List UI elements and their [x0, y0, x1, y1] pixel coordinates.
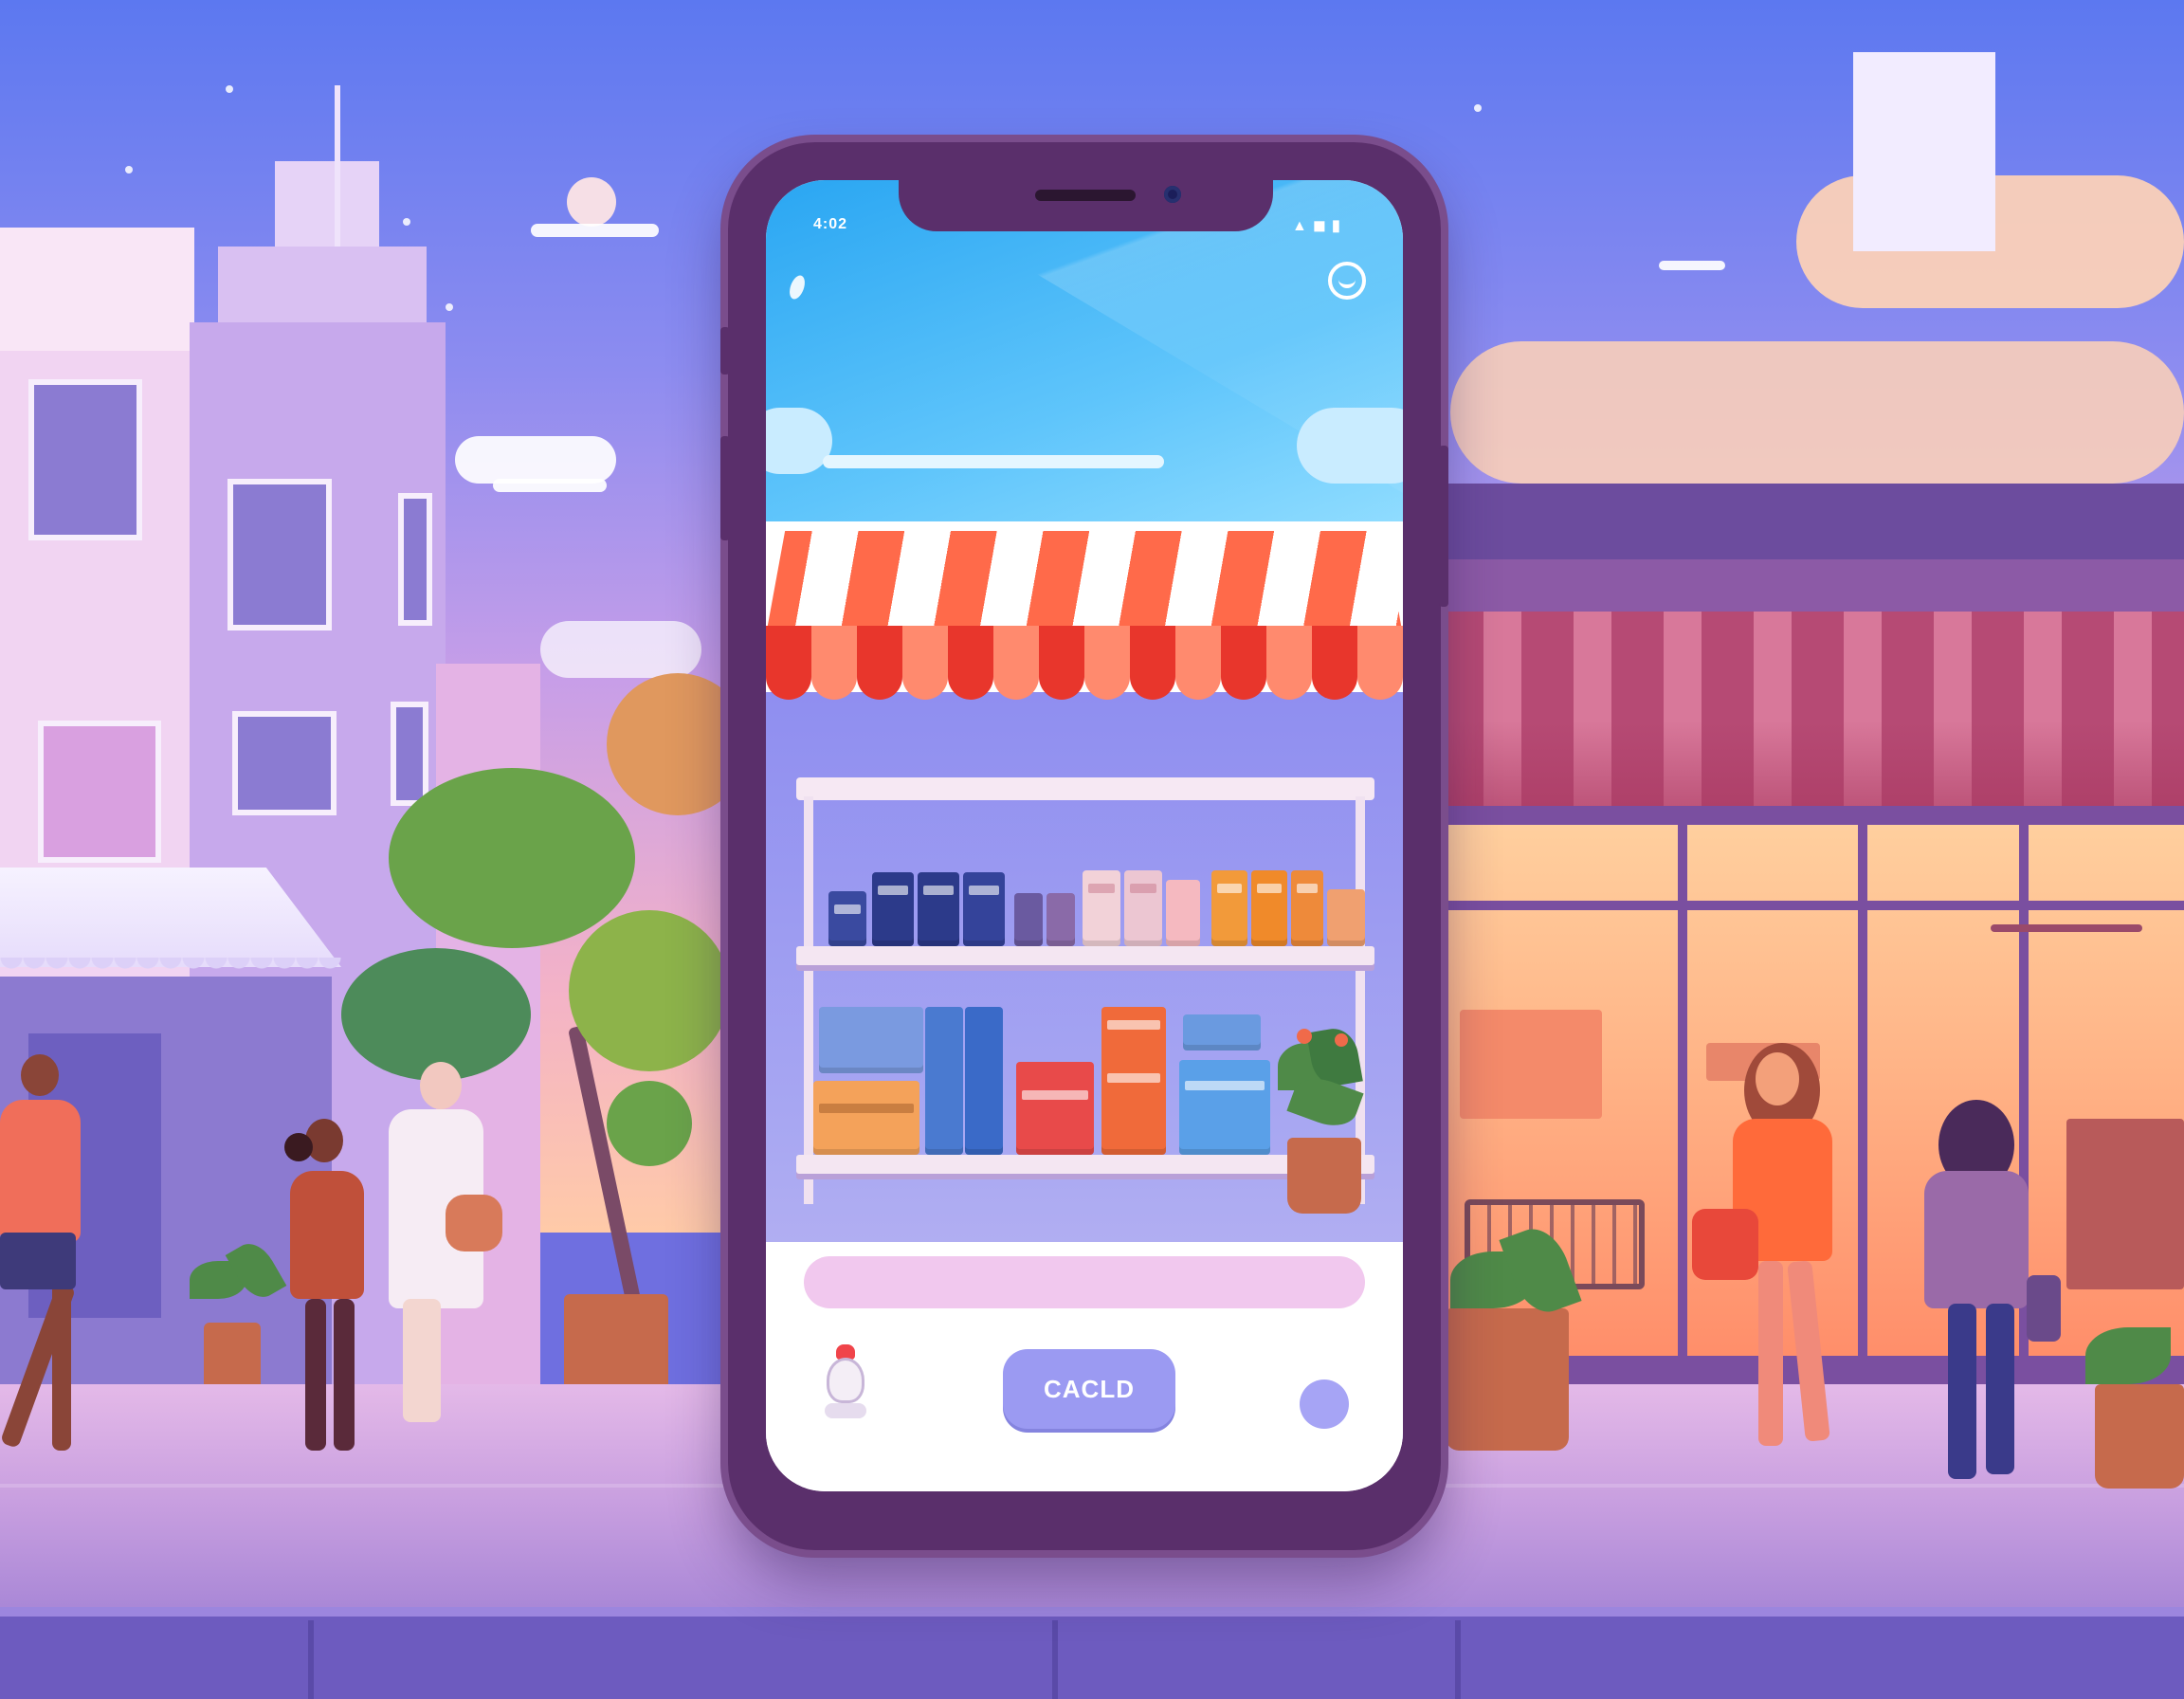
- tree-foliage: [569, 910, 730, 1071]
- tower-cap: [275, 161, 379, 256]
- search-input[interactable]: [804, 1256, 1365, 1308]
- speaker-grille: [1035, 190, 1136, 201]
- star: [1474, 104, 1482, 112]
- tree-foliage: [341, 948, 531, 1081]
- product-box: [828, 891, 866, 946]
- front-camera: [1164, 186, 1181, 203]
- tower-spire: [335, 85, 340, 256]
- product-box: [1046, 893, 1075, 946]
- star: [125, 166, 133, 174]
- product-box: [1014, 893, 1043, 946]
- store-display: [1460, 1010, 1602, 1119]
- building-sign: [38, 721, 161, 863]
- building-window: [391, 702, 428, 806]
- awning-scallop: [1039, 626, 1084, 700]
- bag-icon[interactable]: [825, 1344, 866, 1420]
- awning-scallop: [766, 626, 811, 700]
- awning-scallop: [1175, 626, 1221, 700]
- curb-joint: [1455, 1620, 1461, 1699]
- product-box: [1166, 880, 1200, 946]
- store-roof: [1431, 484, 2184, 559]
- store-awning-shade: [1431, 721, 2184, 806]
- awning-scallop: [1266, 626, 1312, 700]
- phone-side-button: [720, 436, 730, 540]
- status-icons: ▲ ◼ ▮: [1292, 218, 1341, 234]
- product-box: [1211, 870, 1247, 946]
- awning-scallop: [1221, 626, 1266, 700]
- product-box: [1327, 889, 1365, 946]
- phone-side-button: [720, 327, 730, 375]
- tree-foliage: [607, 1081, 692, 1166]
- app-store-awning: [766, 531, 1403, 711]
- building-window: [228, 479, 332, 630]
- product-box: [925, 1007, 963, 1155]
- primary-action-button[interactable]: CACLD: [1003, 1349, 1175, 1429]
- shelf-top: [796, 777, 1374, 800]
- star: [226, 85, 233, 93]
- store-fascia: [1431, 559, 2184, 612]
- product-box: [1124, 870, 1162, 946]
- star: [403, 218, 410, 226]
- store-display: [1991, 924, 2142, 932]
- star: [446, 303, 453, 311]
- awning-stripes: [766, 531, 1403, 635]
- plant-pot: [1287, 1138, 1361, 1214]
- cloud: [493, 479, 607, 492]
- tree-foliage: [389, 768, 635, 948]
- plant-leaf: [2085, 1327, 2171, 1384]
- cloud: [540, 621, 701, 678]
- product-box: [872, 872, 914, 946]
- building-window: [28, 379, 142, 540]
- curb-joint: [1052, 1620, 1058, 1699]
- circle-icon[interactable]: [1300, 1379, 1349, 1429]
- product-box: [813, 1081, 919, 1155]
- awning-scallop: [857, 626, 902, 700]
- product-box: [1083, 870, 1120, 946]
- awning-scallop: [1312, 626, 1357, 700]
- awning-scallop: [1084, 626, 1130, 700]
- cloud: [1450, 341, 2184, 484]
- awning-scallop: [902, 626, 948, 700]
- product-box: [819, 1007, 923, 1073]
- product-box: [1183, 1014, 1261, 1050]
- product-box: [918, 872, 959, 946]
- product-box: [963, 872, 1005, 946]
- product-box: [1016, 1062, 1094, 1155]
- distant-tower: [1853, 52, 1995, 251]
- app-cloud: [823, 455, 1164, 468]
- curb-joint: [308, 1620, 314, 1699]
- phone-notch: [899, 178, 1273, 231]
- status-time: 4:02: [813, 216, 848, 232]
- building-window: [232, 711, 337, 815]
- planet-icon: [567, 177, 616, 227]
- cloud: [455, 436, 616, 484]
- flower: [1297, 1029, 1312, 1044]
- app-cloud: [1297, 408, 1403, 484]
- awning-scallop: [1130, 626, 1175, 700]
- window-frame: [1446, 901, 2184, 910]
- store-display: [2066, 1119, 2184, 1289]
- plant-pot: [2095, 1384, 2184, 1489]
- phone-side-button: [1439, 446, 1448, 607]
- shelf-post: [804, 796, 813, 1204]
- product-box: [1179, 1060, 1270, 1155]
- product-box: [1291, 870, 1323, 946]
- awning-scallop: [1357, 626, 1403, 700]
- awning-scallop: [811, 626, 857, 700]
- building-roof: [0, 228, 194, 351]
- plant-pot: [1446, 1308, 1569, 1451]
- product-box: [1251, 870, 1287, 946]
- left-shop-awning-edge: [0, 958, 341, 977]
- cloud: [1659, 261, 1725, 270]
- profile-icon[interactable]: [1328, 262, 1366, 300]
- awning-scallop: [948, 626, 993, 700]
- building-window: [398, 493, 432, 626]
- flower: [1335, 1033, 1348, 1047]
- cloud: [531, 224, 659, 237]
- awning-scallop: [993, 626, 1039, 700]
- product-box: [1101, 1007, 1166, 1155]
- curb: [0, 1617, 2184, 1699]
- product-box: [965, 1007, 1003, 1155]
- shelf-board: [796, 946, 1374, 965]
